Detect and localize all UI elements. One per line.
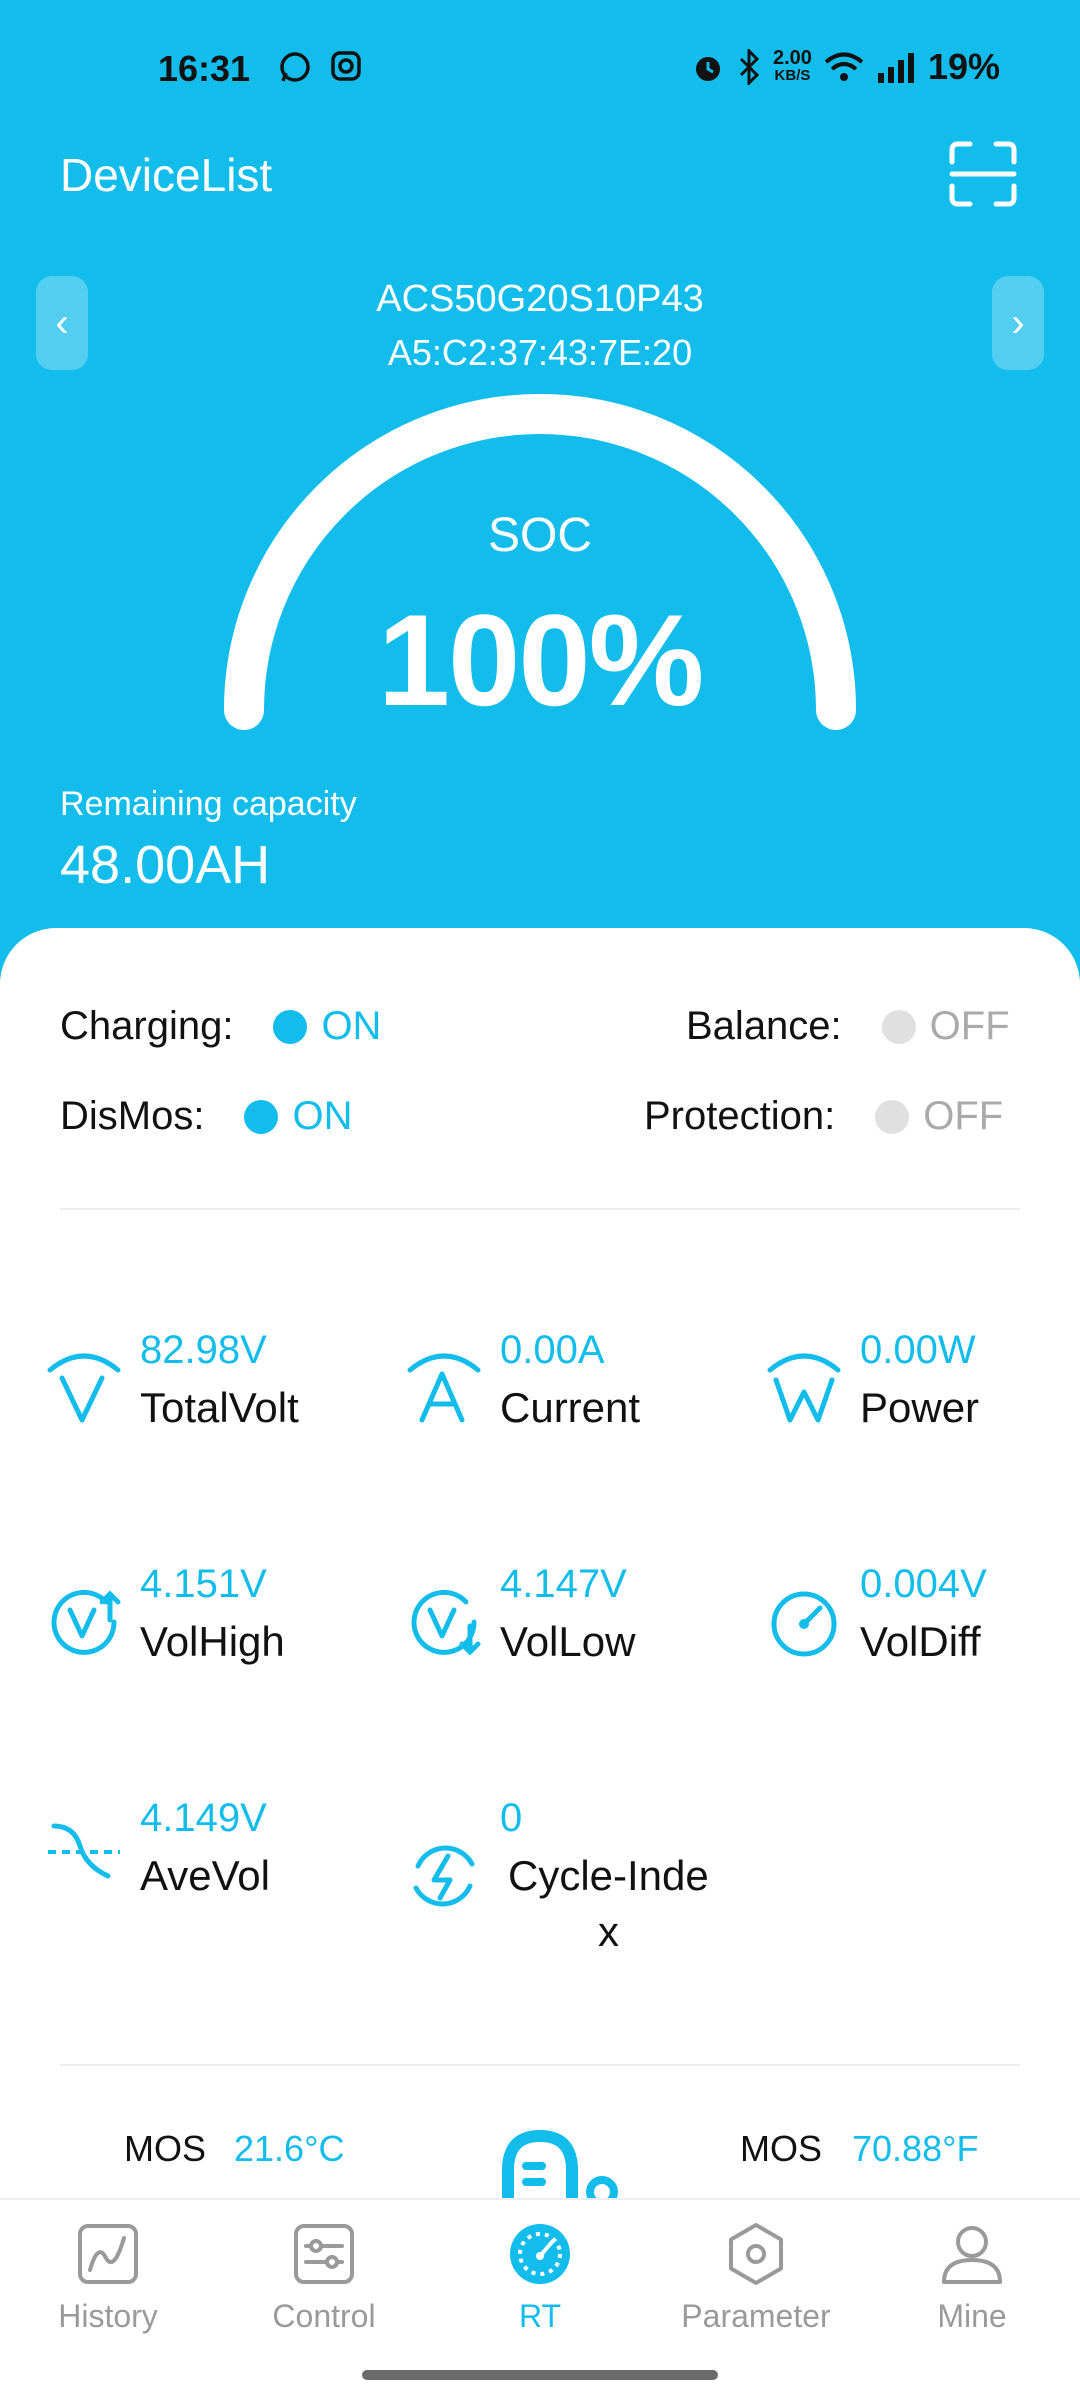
vol-low-label: VolLow bbox=[500, 1618, 636, 1665]
ave-vol-icon bbox=[48, 1823, 120, 1879]
cycle-index-value: 0 bbox=[500, 1796, 523, 1840]
ave-vol-value: 4.149V bbox=[140, 1796, 267, 1840]
alarm-icon bbox=[696, 57, 720, 81]
protection-status: Protection: OFF bbox=[644, 1094, 1003, 1139]
parameter-icon bbox=[729, 2223, 783, 2285]
status-time: 16:31 bbox=[158, 48, 251, 89]
tab-parameter[interactable]: Parameter bbox=[666, 2222, 846, 2335]
wifi-icon bbox=[824, 52, 864, 81]
vol-low-icon bbox=[411, 1589, 481, 1656]
tab-history[interactable]: History bbox=[18, 2222, 198, 2335]
total-volt-value: 82.98V bbox=[140, 1328, 267, 1372]
dismos-status: DisMos: ON bbox=[60, 1094, 352, 1139]
metric-vol-low: 4.147V VolLow bbox=[404, 1562, 724, 1702]
remaining-capacity-label: Remaining capacity bbox=[60, 785, 357, 823]
thermometer-icon bbox=[502, 2130, 618, 2200]
charging-status: Charging: ON bbox=[60, 1004, 381, 1049]
metric-vol-high: 4.151V VolHigh bbox=[44, 1562, 364, 1702]
current-icon bbox=[407, 1353, 481, 1423]
tab-control-label: Control bbox=[272, 2298, 376, 2334]
bluetooth-icon bbox=[739, 49, 760, 85]
vol-diff-label: VolDiff bbox=[860, 1618, 981, 1665]
dismos-dot bbox=[244, 1099, 279, 1134]
device-name: ACS50G20S10P43 bbox=[376, 278, 704, 320]
power-value: 0.00W bbox=[860, 1328, 976, 1372]
current-value: 0.00A bbox=[500, 1328, 605, 1372]
tab-parameter-label: Parameter bbox=[681, 2298, 831, 2334]
vol-low-value: 4.147V bbox=[500, 1562, 627, 1606]
protection-state: OFF bbox=[923, 1094, 1004, 1138]
charging-dot bbox=[273, 1009, 308, 1044]
mos-temp-c-value: 21.6°C bbox=[234, 2128, 345, 2169]
home-indicator[interactable] bbox=[362, 2370, 718, 2380]
power-label: Power bbox=[860, 1384, 980, 1431]
vol-diff-value: 0.004V bbox=[860, 1562, 987, 1606]
device-list-title[interactable]: DeviceList bbox=[60, 148, 272, 202]
vol-high-icon bbox=[51, 1589, 121, 1655]
mos-temp-f-label: MOS bbox=[740, 2128, 823, 2169]
net-speed-value: 2.00 bbox=[773, 47, 812, 69]
cell-signal-icon bbox=[877, 53, 914, 83]
cycle-index-label: Cycle-Inde bbox=[508, 1852, 709, 1899]
protection-label: Protection: bbox=[644, 1094, 836, 1138]
total-volt-icon bbox=[47, 1353, 121, 1423]
vol-diff-icon bbox=[771, 1591, 837, 1657]
tab-history-label: History bbox=[58, 2298, 158, 2334]
divider-top bbox=[60, 1208, 1020, 1210]
balance-status: Balance: OFF bbox=[686, 1004, 1010, 1049]
cycle-index-icon bbox=[413, 1845, 475, 1907]
dismos-label: DisMos: bbox=[60, 1094, 205, 1138]
remaining-capacity-value: 48.00AH bbox=[60, 835, 271, 895]
dismos-state: ON bbox=[292, 1094, 353, 1138]
soc-value: 100% bbox=[377, 587, 705, 733]
battery-percent: 19% bbox=[927, 46, 1000, 87]
metric-ave-vol: 4.149V AveVol bbox=[44, 1796, 364, 1936]
balance-label: Balance: bbox=[686, 1004, 842, 1048]
metric-vol-diff: 0.004V VolDiff bbox=[764, 1562, 1080, 1702]
scan-icon[interactable] bbox=[948, 140, 1018, 208]
vol-high-value: 4.151V bbox=[140, 1562, 267, 1606]
metric-power: 0.00W Power bbox=[764, 1328, 1080, 1468]
charging-label: Charging: bbox=[60, 1004, 234, 1048]
header-panel: 16:31 2.00 KB/S 19% DeviceList ‹ › ACS50… bbox=[0, 0, 1080, 980]
metric-current: 0.00A Current bbox=[404, 1328, 724, 1468]
whatsapp-icon bbox=[280, 52, 310, 82]
tab-control[interactable]: Control bbox=[234, 2222, 414, 2335]
total-volt-label: TotalVolt bbox=[140, 1384, 299, 1431]
tab-rt-label: RT bbox=[518, 2298, 562, 2334]
power-icon bbox=[767, 1353, 841, 1423]
soc-label: SOC bbox=[487, 509, 592, 562]
tab-rt[interactable]: RT bbox=[450, 2222, 630, 2335]
metric-total-volt: 82.98V TotalVolt bbox=[44, 1328, 364, 1468]
cycle-index-label-wrap: x bbox=[598, 1908, 619, 1955]
tab-mine-label: Mine bbox=[937, 2298, 1007, 2334]
control-icon bbox=[294, 2224, 354, 2284]
rt-gauge-icon bbox=[510, 2224, 570, 2284]
device-mac: A5:C2:37:43:7E:20 bbox=[387, 332, 693, 373]
metric-cycle-index: 0 Cycle-Inde x bbox=[404, 1796, 724, 1996]
status-bar: 16:31 2.00 KB/S 19% bbox=[0, 0, 1080, 130]
current-label: Current bbox=[500, 1384, 641, 1431]
mos-temp-c-label: MOS bbox=[124, 2128, 207, 2169]
protection-dot bbox=[875, 1099, 910, 1134]
instagram-icon bbox=[331, 51, 361, 81]
divider-bottom bbox=[60, 2064, 1020, 2066]
ave-vol-label: AveVol bbox=[140, 1852, 270, 1899]
tab-mine[interactable]: Mine bbox=[882, 2222, 1062, 2335]
balance-state: OFF bbox=[929, 1004, 1010, 1048]
history-icon bbox=[78, 2224, 138, 2284]
mine-user-icon bbox=[942, 2226, 1002, 2284]
net-speed-unit: KB/S bbox=[774, 67, 811, 84]
vol-high-label: VolHigh bbox=[140, 1618, 285, 1665]
charging-state: ON bbox=[321, 1004, 382, 1048]
balance-dot bbox=[881, 1009, 916, 1044]
mos-temp-f-value: 70.88°F bbox=[852, 2128, 979, 2169]
